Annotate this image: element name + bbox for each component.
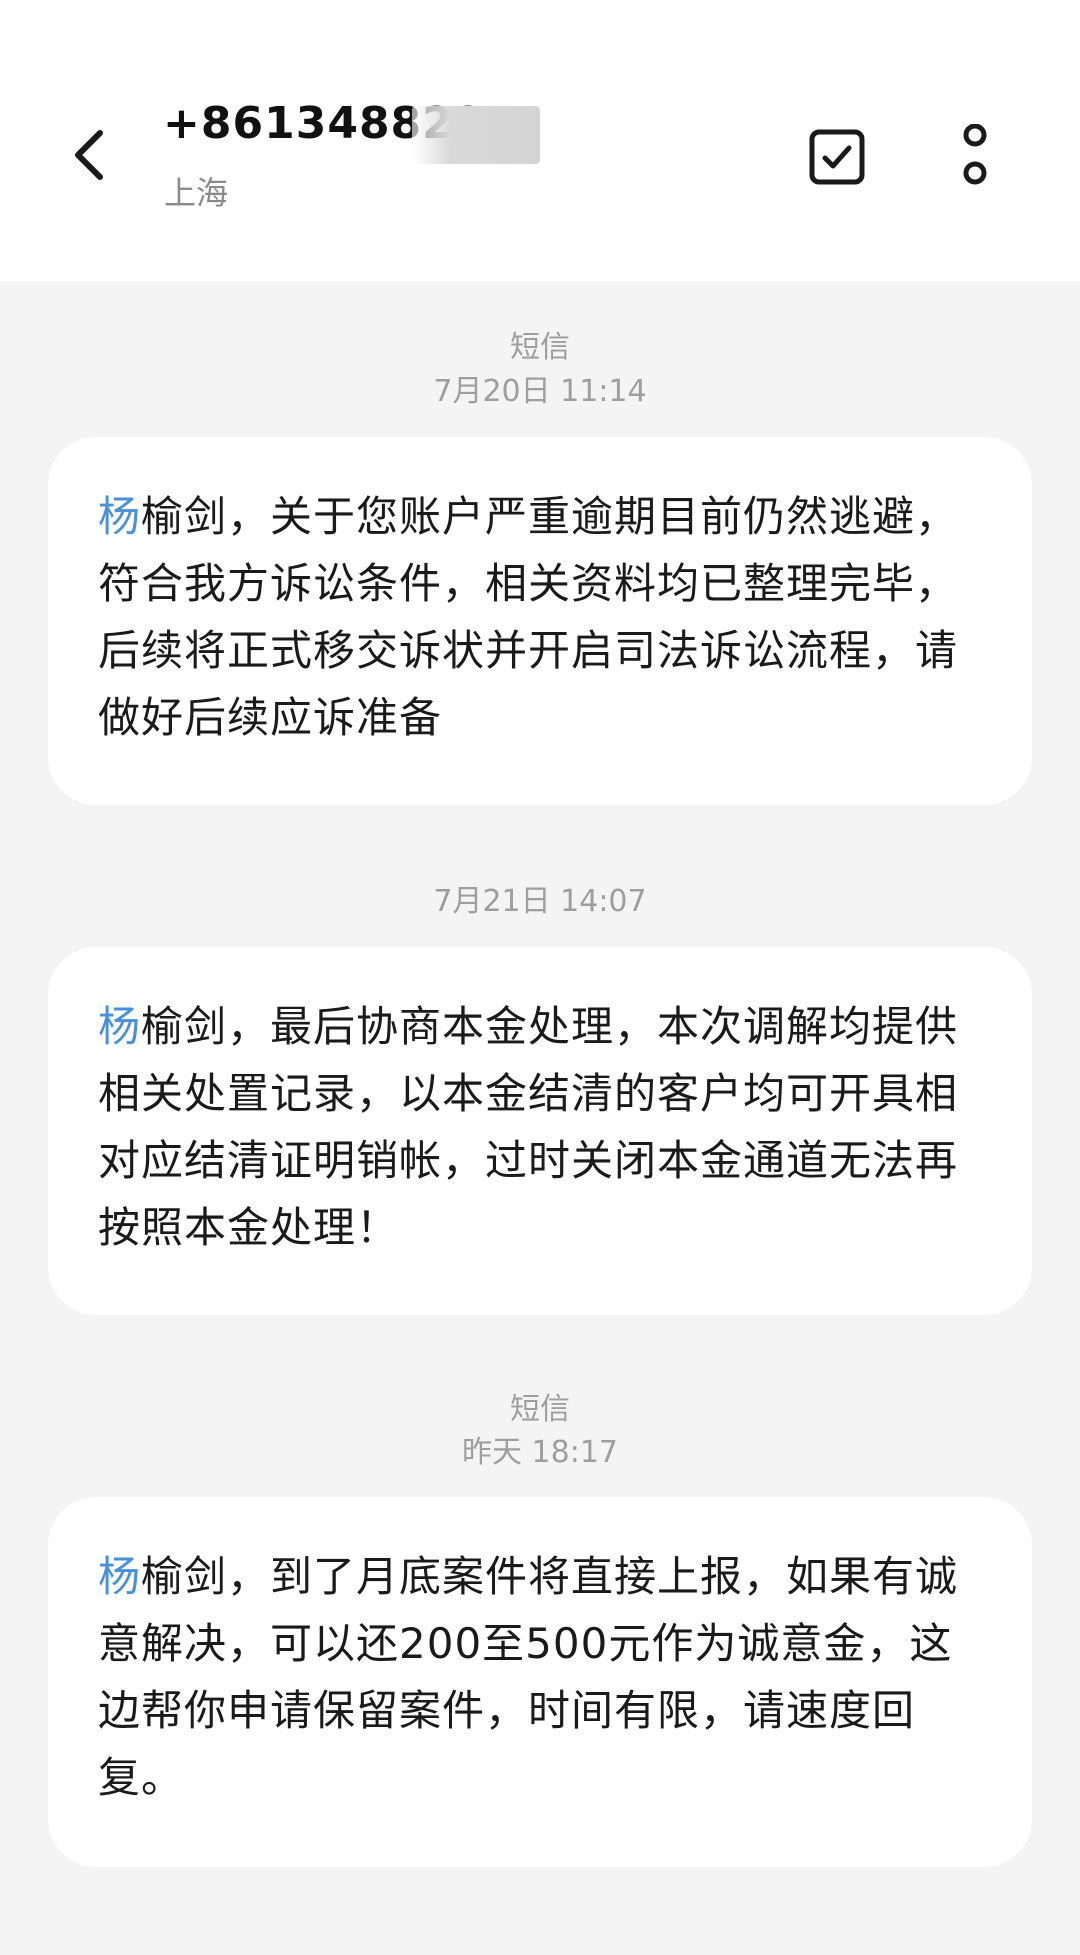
- contact-location: 上海: [164, 174, 229, 212]
- redaction-block: [412, 106, 540, 164]
- message-type-label: 短信: [510, 1392, 570, 1427]
- message-timestamp: 7月20日 11:14: [433, 374, 647, 409]
- back-button[interactable]: [60, 120, 116, 190]
- message-type-label: 短信: [510, 330, 570, 365]
- message-body: 榆剑，关于您账户严重逾期目前仍然逃避，符合我方诉讼条件，相关资料均已整理完毕，后…: [98, 492, 959, 742]
- more-vertical-icon: [963, 124, 987, 185]
- message-body: 榆剑，到了月底案件将直接上报，如果有诚意解决，可以还200至500元作为诚意金，…: [98, 1552, 959, 1802]
- message-timestamp: 昨天 18:17: [462, 1435, 618, 1470]
- message-bubble[interactable]: 杨榆剑，到了月底案件将直接上报，如果有诚意解决，可以还200至500元作为诚意金…: [48, 1497, 1032, 1867]
- app-header: +861348822 上海: [0, 0, 1080, 282]
- select-messages-button[interactable]: [800, 120, 874, 194]
- contact-name-link[interactable]: 杨: [98, 1552, 141, 1601]
- checkbox-check-icon: [809, 129, 865, 185]
- message-bubble[interactable]: 杨榆剑，关于您账户严重逾期目前仍然逃避，符合我方诉讼条件，相关资料均已整理完毕，…: [48, 437, 1032, 805]
- message-text: 杨榆剑，关于您账户严重逾期目前仍然逃避，符合我方诉讼条件，相关资料均已整理完毕，…: [98, 483, 984, 751]
- contact-name-link[interactable]: 杨: [98, 1002, 141, 1051]
- message-body: 榆剑，最后协商本金处理，本次调解均提供相关处置记录，以本金结清的客户均可开具相对…: [98, 1002, 959, 1252]
- chevron-left-icon: [75, 130, 103, 180]
- message-timestamp: 7月21日 14:07: [433, 884, 647, 919]
- more-options-button[interactable]: [950, 118, 1000, 192]
- bottom-area: [0, 1895, 1080, 1955]
- contact-name-link[interactable]: 杨: [98, 492, 141, 541]
- message-bubble[interactable]: 杨榆剑，最后协商本金处理，本次调解均提供相关处置记录，以本金结清的客户均可开具相…: [48, 947, 1032, 1315]
- message-text: 杨榆剑，最后协商本金处理，本次调解均提供相关处置记录，以本金结清的客户均可开具相…: [98, 993, 984, 1261]
- message-text: 杨榆剑，到了月底案件将直接上报，如果有诚意解决，可以还200至500元作为诚意金…: [98, 1543, 984, 1811]
